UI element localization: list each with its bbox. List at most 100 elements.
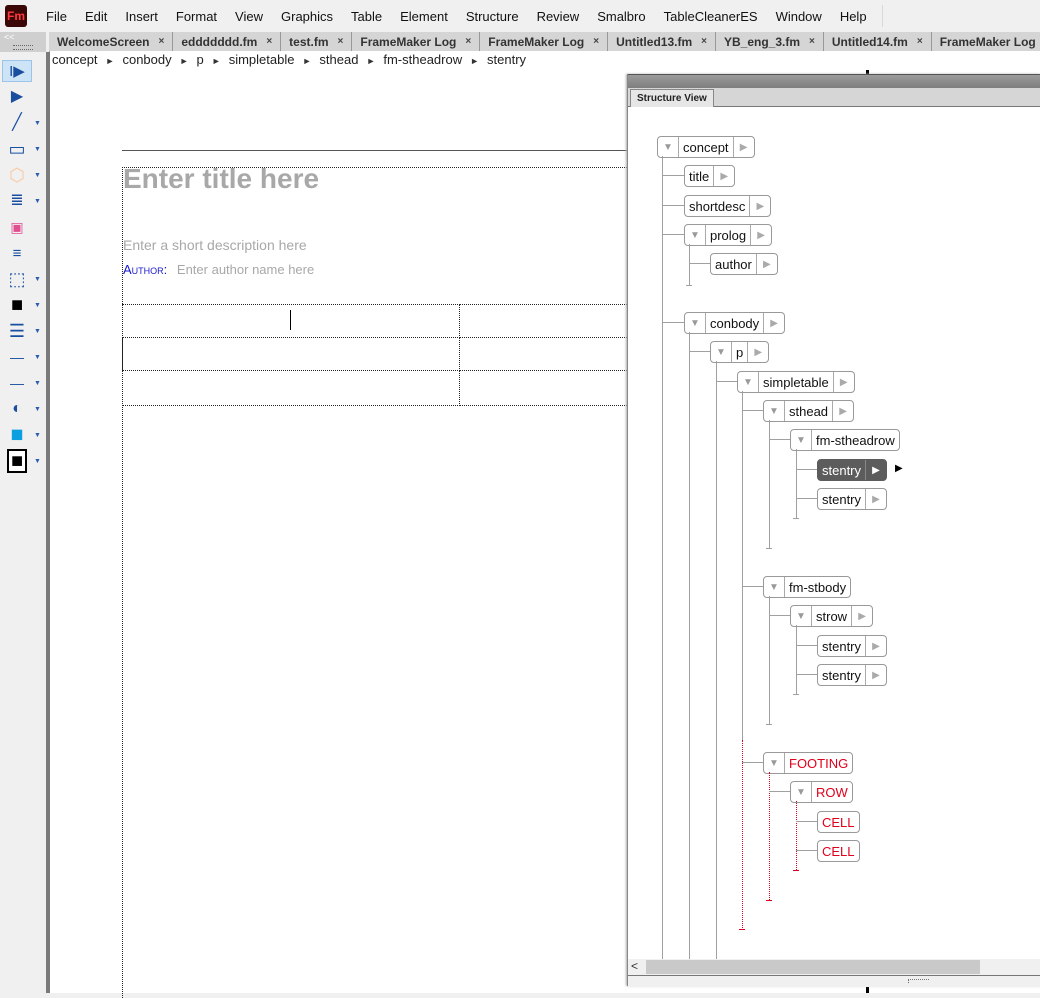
close-tab-icon[interactable]: × [701, 36, 707, 47]
document-tab[interactable]: Untitled14.fm × [824, 32, 932, 51]
scroll-left-icon[interactable]: < [631, 959, 638, 973]
table-cell[interactable] [122, 337, 460, 371]
menu-format[interactable]: Format [167, 9, 226, 24]
menu-window[interactable]: Window [767, 9, 831, 24]
collapse-triangle-icon[interactable]: ▼ [764, 401, 785, 421]
tool-dropdown-icon[interactable]: ▼ [34, 380, 42, 387]
menu-tablecleaneres[interactable]: TableCleanerES [655, 9, 767, 24]
menu-review[interactable]: Review [528, 9, 589, 24]
close-tab-icon[interactable]: × [809, 36, 815, 47]
breadcrumb-item[interactable]: fm-stheadrow [383, 52, 462, 67]
tool-dropdown-icon[interactable]: ▼ [34, 172, 42, 179]
structure-node-simpletable[interactable]: ▼ simpletable ▶ [737, 371, 855, 393]
attributes-arrow-icon[interactable]: ▶ [865, 665, 886, 685]
tool-dropdown-icon[interactable]: ▼ [34, 198, 42, 205]
rectangle-tool[interactable]: ▭ [2, 138, 32, 160]
structure-node-conbody[interactable]: ▼ conbody ▶ [684, 312, 786, 334]
fill-tool[interactable]: ■ [2, 294, 32, 316]
breadcrumb-item[interactable]: sthead [319, 52, 358, 67]
collapse-triangle-icon[interactable]: ▼ [685, 225, 706, 245]
attributes-arrow-icon[interactable]: ▶ [763, 313, 784, 333]
structure-node-title[interactable]: title ▶ [684, 165, 736, 187]
menu-view[interactable]: View [226, 9, 272, 24]
attributes-arrow-icon[interactable]: ▶ [865, 460, 886, 480]
panel-title-bar[interactable] [628, 74, 1040, 89]
attributes-arrow-icon[interactable]: ▶ [832, 401, 853, 421]
structure-node-row[interactable]: ▼ ROW [790, 781, 853, 803]
horizontal-scrollbar[interactable]: < [628, 959, 1040, 975]
menu-edit[interactable]: Edit [76, 9, 116, 24]
polygon-tool[interactable]: ⬡ [2, 164, 32, 186]
title-placeholder[interactable]: Enter title here [123, 163, 319, 195]
text-frame-tool[interactable]: ≣ [2, 190, 32, 212]
document-tab[interactable]: YB_eng_3.fm × [716, 32, 824, 51]
dash-tool[interactable]: — [2, 372, 32, 394]
structure-node-stentry[interactable]: stentry ▶ [817, 635, 888, 657]
color-tool[interactable]: ■ [2, 449, 32, 473]
document-tab[interactable]: test.fm × [281, 32, 353, 51]
collapse-triangle-icon[interactable]: ▼ [711, 342, 732, 362]
document-tab[interactable]: FrameMaker Log× [352, 32, 481, 51]
collapse-triangle-icon[interactable]: ▼ [764, 753, 785, 773]
structure-node-cell[interactable]: CELL [817, 811, 860, 833]
attributes-arrow-icon[interactable]: ▶ [865, 489, 886, 509]
tool-dropdown-icon[interactable]: ▼ [34, 146, 42, 153]
structure-node-fm-stheadrow[interactable]: ▼ fm-stheadrow [790, 429, 900, 451]
smart-select-tool[interactable]: I▶ [2, 60, 32, 82]
collapse-triangle-icon[interactable]: ▼ [764, 577, 785, 597]
structure-node-stentry[interactable]: stentry ▶ [817, 488, 888, 510]
format-painter-tool[interactable]: ≡ [2, 242, 32, 264]
menu-file[interactable]: File [37, 9, 76, 24]
tint-tool[interactable]: ◐ [2, 398, 32, 420]
breadcrumb-item[interactable]: conbody [122, 52, 171, 67]
scrollbar-thumb[interactable] [646, 960, 980, 974]
attributes-arrow-icon[interactable]: ▶ [732, 137, 754, 157]
attributes-arrow-icon[interactable]: ▶ [747, 342, 768, 362]
close-tab-icon[interactable]: × [593, 36, 599, 47]
collapse-triangle-icon[interactable]: ▼ [738, 372, 759, 392]
tool-dropdown-icon[interactable]: ▼ [34, 458, 42, 465]
document-tab[interactable]: FrameMaker Log× [932, 32, 1040, 51]
document-tab[interactable]: FrameMaker Log× [480, 32, 609, 51]
tool-dropdown-icon[interactable]: ▼ [34, 432, 42, 439]
breadcrumb-item[interactable]: concept [52, 52, 98, 67]
breadcrumb-item[interactable]: p [197, 52, 204, 67]
document-tab[interactable]: WelcomeScreen × [49, 32, 174, 51]
object-select-tool[interactable]: ▶ [2, 86, 32, 108]
menu-smalbro[interactable]: Smalbro [588, 9, 654, 24]
selection-rect-tool[interactable]: ⬚ [2, 268, 32, 290]
attributes-arrow-icon[interactable]: ▶ [755, 254, 777, 274]
structure-node-prolog[interactable]: ▼ prolog ▶ [684, 224, 773, 246]
attributes-arrow-icon[interactable]: ▶ [851, 606, 872, 626]
structure-node-sthead[interactable]: ▼ sthead ▶ [763, 400, 855, 422]
menu-help[interactable]: Help [831, 9, 876, 24]
close-tab-icon[interactable]: × [159, 36, 165, 47]
structure-node-cell[interactable]: CELL [817, 840, 860, 862]
document-tab[interactable]: Untitled13.fm × [608, 32, 716, 51]
close-tab-icon[interactable]: × [465, 36, 471, 47]
close-tab-icon[interactable]: × [917, 36, 923, 47]
collapse-triangle-icon[interactable]: ▼ [791, 782, 812, 802]
tool-dropdown-icon[interactable]: ▼ [34, 406, 42, 413]
structure-node-stentry[interactable]: stentry ▶ [817, 664, 888, 686]
attributes-arrow-icon[interactable]: ▶ [865, 636, 886, 656]
toolbox-grip[interactable] [13, 45, 33, 50]
menu-insert[interactable]: Insert [116, 9, 167, 24]
panel-resize-grip[interactable] [628, 975, 1040, 987]
menu-element[interactable]: Element [391, 9, 457, 24]
close-tab-icon[interactable]: × [338, 36, 344, 47]
line-width-tool[interactable]: ☰ [2, 320, 32, 342]
menu-table[interactable]: Table [342, 9, 391, 24]
close-tab-icon[interactable]: × [266, 36, 272, 47]
tool-dropdown-icon[interactable]: ▼ [34, 120, 42, 127]
shortdesc-placeholder[interactable]: Enter a short description here [123, 237, 307, 253]
author-line[interactable]: Author: Enter author name here [123, 262, 314, 277]
table-cell[interactable] [122, 304, 460, 338]
structure-node-shortdesc[interactable]: shortdesc ▶ [684, 195, 772, 217]
breadcrumb-item[interactable]: stentry [487, 52, 526, 67]
collapse-triangle-icon[interactable]: ▼ [791, 430, 812, 450]
structure-node-p[interactable]: ▼ p ▶ [710, 341, 770, 363]
structure-node-concept[interactable]: ▼ concept ▶ [657, 136, 755, 158]
structure-node-stentry[interactable]: stentry ▶ [817, 459, 888, 481]
author-placeholder[interactable]: Enter author name here [177, 262, 314, 277]
